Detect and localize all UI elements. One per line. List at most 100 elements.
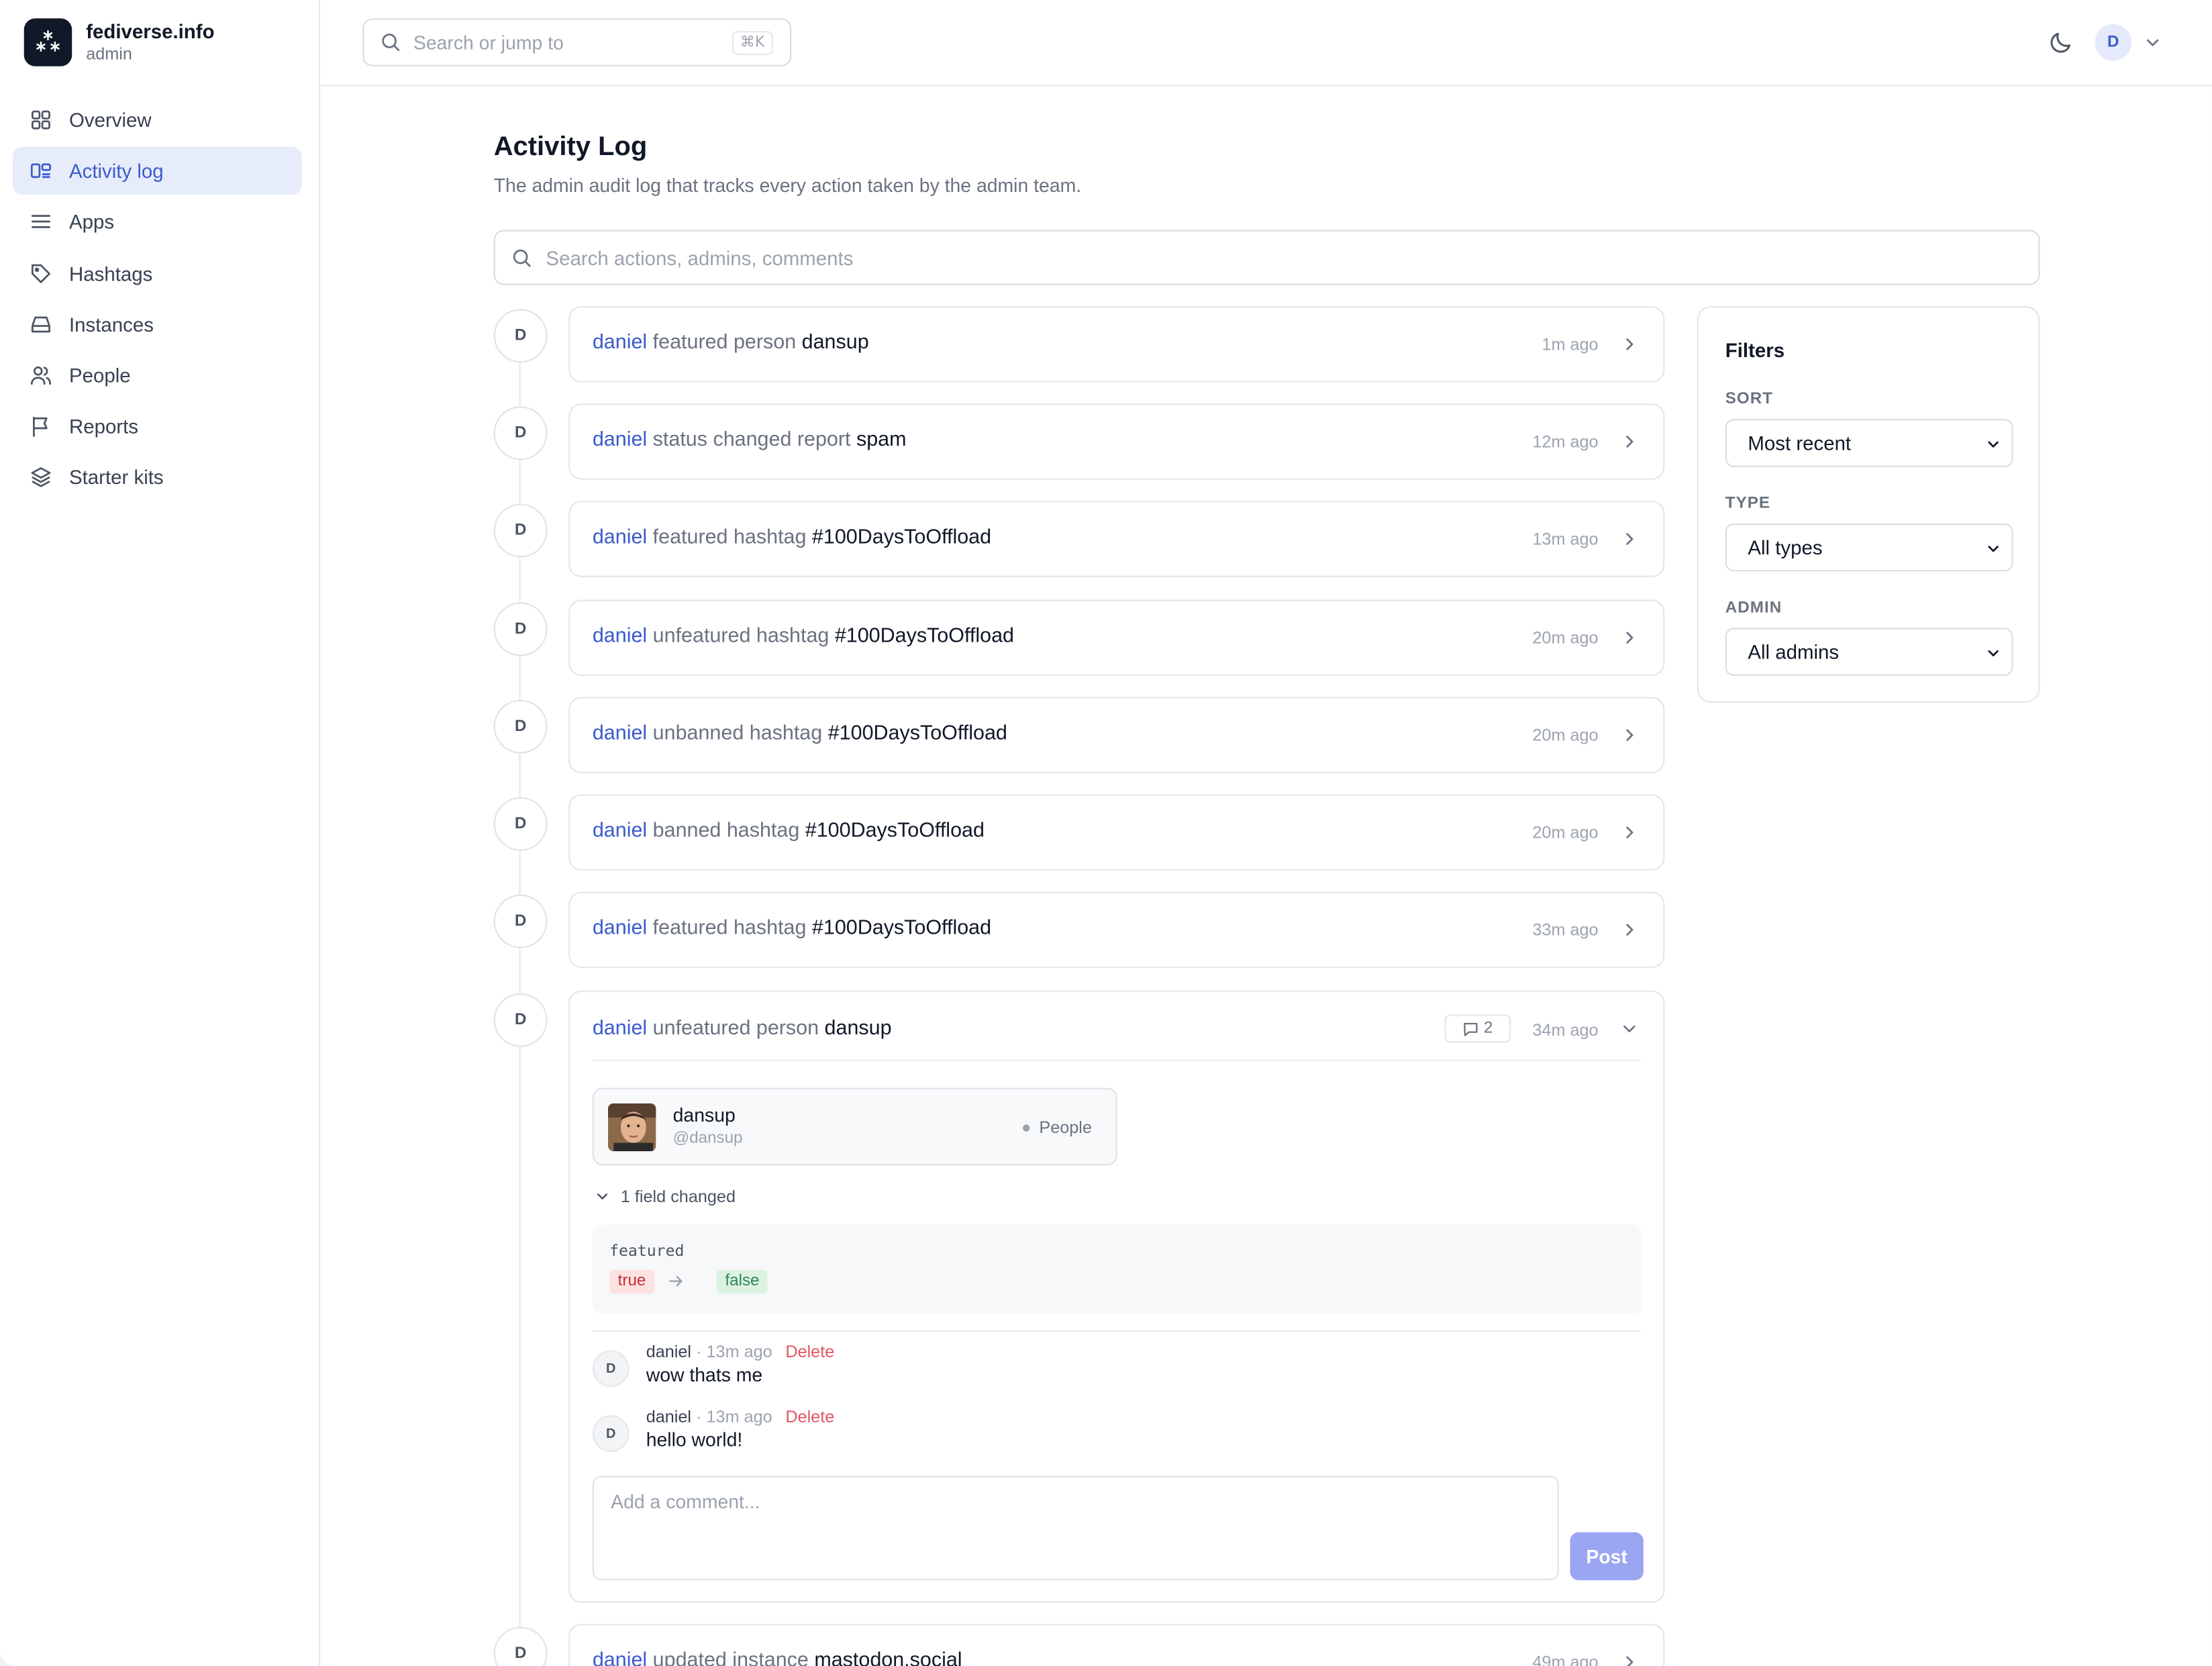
entry-target: #100DaysToOffload xyxy=(827,722,1007,745)
sidebar-item-reports[interactable]: Reports xyxy=(13,402,302,450)
activity-search-input[interactable]: Search actions, admins, comments xyxy=(493,230,2040,285)
comment-body: hello world! xyxy=(646,1429,743,1451)
brand[interactable]: fediverse.info admin xyxy=(23,18,215,66)
chevron-down-icon[interactable] xyxy=(2144,34,2161,50)
entry-actor[interactable]: daniel xyxy=(593,1649,647,1666)
sidebar-item-overview[interactable]: Overview xyxy=(13,96,302,144)
timeline-avatar: D xyxy=(493,993,548,1047)
fields-changed-toggle[interactable]: 1 field changed xyxy=(595,1187,736,1206)
entry-actor[interactable]: daniel xyxy=(593,625,647,648)
expanded-entry-header[interactable]: daniel unfeatured person dansup 2 34m ag… xyxy=(570,992,1663,1065)
activity-entry[interactable]: daniel featured person dansup 1m ago xyxy=(568,306,1665,383)
shortcut-hint: ⌘K xyxy=(732,31,773,55)
sidebar-item-instances[interactable]: Instances xyxy=(13,300,302,348)
entry-actor[interactable]: daniel xyxy=(593,526,647,549)
chevron-right-icon xyxy=(1626,729,1633,741)
sidebar-item-apps[interactable]: Apps xyxy=(13,198,302,246)
entry-actor[interactable]: daniel xyxy=(593,917,647,940)
person-handle: @dansup xyxy=(672,1130,743,1147)
entry-actor[interactable]: daniel xyxy=(593,1018,647,1040)
entry-action: unbanned hashtag xyxy=(652,722,823,745)
activity-entry[interactable]: daniel unbanned hashtag #100DaysToOffloa… xyxy=(568,697,1665,773)
chevron-right-icon xyxy=(1626,533,1633,545)
field-diff: featured true false xyxy=(592,1224,1642,1314)
comment-author[interactable]: daniel xyxy=(646,1407,691,1426)
delete-comment-button[interactable]: Delete xyxy=(785,1407,834,1426)
entry-time: 34m ago xyxy=(1532,1020,1599,1040)
person-name: dansup xyxy=(672,1104,736,1126)
fediverse-logo-icon xyxy=(23,18,72,66)
entry-actor[interactable]: daniel xyxy=(593,722,647,745)
activity-search-placeholder: Search actions, admins, comments xyxy=(546,246,854,269)
moon-icon[interactable] xyxy=(2048,30,2074,55)
person-type-badge: People xyxy=(1022,1118,1092,1137)
entry-actor[interactable]: daniel xyxy=(593,429,647,452)
chevron-right-icon xyxy=(1626,338,1633,350)
comment-count: 2 xyxy=(1483,1020,1493,1037)
timeline-avatar: D xyxy=(493,406,548,460)
entry-actor[interactable]: daniel xyxy=(593,332,647,354)
entry-action: unfeatured person xyxy=(652,1017,819,1040)
entry-time: 12m ago xyxy=(1532,432,1599,452)
chevron-down-icon xyxy=(1988,441,1999,448)
comment-input[interactable] xyxy=(592,1475,1559,1581)
activity-entry[interactable]: daniel unfeatured hashtag #100DaysToOffl… xyxy=(568,599,1665,676)
sidebar-item-label: Activity log xyxy=(68,159,164,183)
sort-select[interactable]: Most recent xyxy=(1725,419,2013,467)
entry-time: 20m ago xyxy=(1532,628,1599,648)
comment-avatar: D xyxy=(592,1350,630,1387)
entry-target: spam xyxy=(856,429,907,452)
layers-icon xyxy=(31,467,51,488)
delete-comment-button[interactable]: Delete xyxy=(785,1342,834,1361)
entry-actor[interactable]: daniel xyxy=(593,820,647,842)
comment-count-badge: 2 xyxy=(1444,1014,1511,1043)
flag-icon xyxy=(33,417,48,438)
menu-icon xyxy=(31,215,50,229)
sidebar-item-activity-log[interactable]: Activity log xyxy=(12,147,302,195)
sidebar-item-label: People xyxy=(68,364,131,387)
chevron-down-icon xyxy=(1623,1025,1636,1032)
sidebar-item-label: Reports xyxy=(68,415,139,438)
timeline-avatar: D xyxy=(493,602,548,656)
chevron-down-icon xyxy=(1988,650,1999,656)
type-select[interactable]: All types xyxy=(1725,523,2013,572)
entry-target: #100DaysToOffload xyxy=(811,526,992,549)
activity-entry[interactable]: daniel featured hashtag #100DaysToOffloa… xyxy=(568,501,1665,577)
users-icon xyxy=(30,366,51,385)
activity-entry[interactable]: daniel updated instance mastodon.social … xyxy=(568,1624,1665,1666)
entry-action: featured hashtag xyxy=(652,917,807,940)
comment-time: 13m ago xyxy=(706,1342,772,1362)
fields-changed-label: 1 field changed xyxy=(620,1186,736,1207)
activity-entry[interactable]: daniel banned hashtag #100DaysToOffload … xyxy=(568,794,1665,871)
activity-entry[interactable]: daniel status changed report spam 12m ag… xyxy=(568,403,1665,480)
sidebar-nav: Overview Activity log Apps Hashtags Inst… xyxy=(12,96,302,505)
user-avatar[interactable]: D xyxy=(2095,23,2132,61)
entry-time: 20m ago xyxy=(1532,822,1599,842)
global-search-input[interactable]: Search or jump to ⌘K xyxy=(362,18,792,66)
entry-target: #100DaysToOffload xyxy=(834,625,1015,648)
entry-target: #100DaysToOffload xyxy=(811,917,992,940)
person-avatar xyxy=(607,1103,656,1152)
entry-time: 13m ago xyxy=(1532,529,1599,549)
search-icon xyxy=(382,34,400,51)
person-card[interactable]: dansup @dansup People xyxy=(592,1087,1117,1166)
chevron-right-icon xyxy=(1626,1656,1633,1666)
chevron-right-icon xyxy=(1626,826,1633,838)
comment-avatar: D xyxy=(592,1415,630,1452)
tag-icon xyxy=(31,263,50,283)
page-subtitle: The admin audit log that tracks every ac… xyxy=(493,175,1082,197)
admin-label: ADMIN xyxy=(1725,599,1782,617)
post-comment-button[interactable]: Post xyxy=(1570,1532,1644,1581)
sidebar: fediverse.info admin Overview Activity l… xyxy=(0,0,321,1666)
sidebar-item-people[interactable]: People xyxy=(13,351,302,399)
sidebar-item-starter-kits[interactable]: Starter kits xyxy=(13,453,302,501)
activity-entry[interactable]: daniel featured hashtag #100DaysToOffloa… xyxy=(568,891,1665,968)
admin-select[interactable]: All admins xyxy=(1725,628,2013,676)
comment-author[interactable]: daniel xyxy=(646,1342,691,1361)
sidebar-item-hashtags[interactable]: Hashtags xyxy=(13,249,302,297)
timeline-avatar: D xyxy=(493,503,548,558)
brand-role: admin xyxy=(86,44,132,64)
grid-icon xyxy=(31,110,50,130)
app-window: fediverse.info admin Overview Activity l… xyxy=(0,0,2212,1666)
comment-separator: · xyxy=(696,1406,702,1427)
